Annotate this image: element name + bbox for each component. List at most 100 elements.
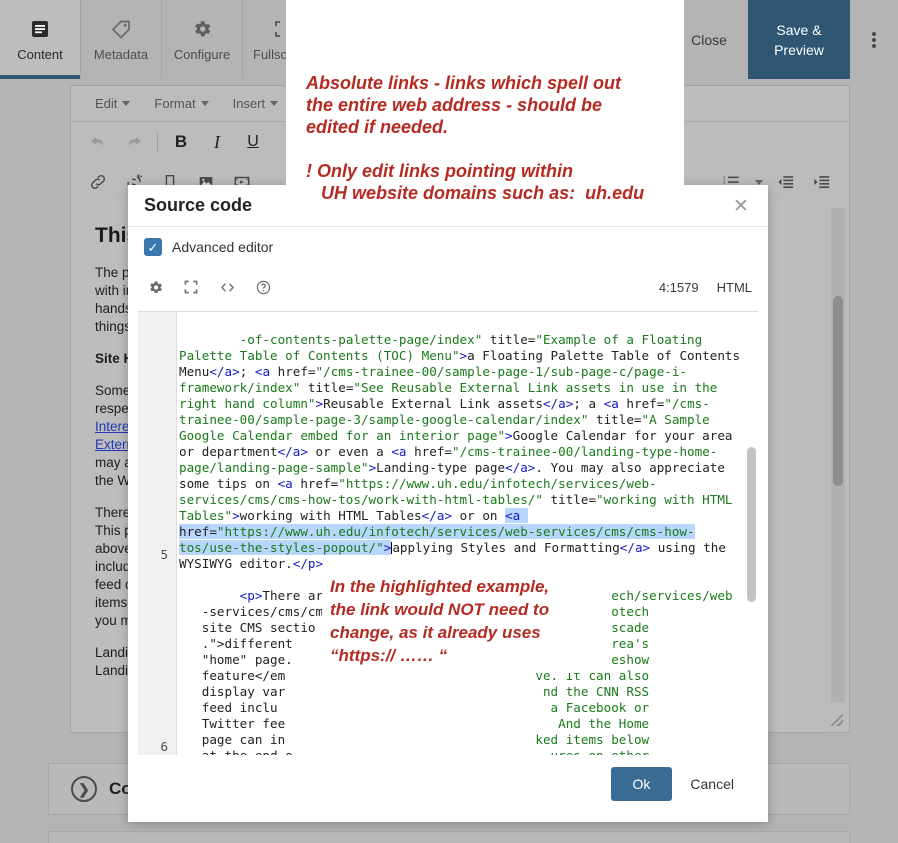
code-fragment-right: And the Home <box>558 716 650 731</box>
kebab-dot <box>872 43 876 48</box>
menu-format-label: Format <box>154 96 196 111</box>
occlusion-gap <box>285 716 558 731</box>
code-fragment-right: ures on other <box>551 748 650 755</box>
save-and-preview-button[interactable]: Save & Preview <box>748 0 850 79</box>
undo-icon[interactable] <box>85 129 111 155</box>
document-scrollbar[interactable] <box>831 208 845 702</box>
code-token: applying Styles and Formatting <box>392 540 620 555</box>
code-brackets-icon[interactable] <box>216 276 238 298</box>
code-token: </a> <box>542 396 574 411</box>
source-code-dialog: Source code ✕ ✓ Advanced editor 4:1579 H… <box>128 185 768 822</box>
code-token: href= <box>270 364 316 379</box>
resize-grip[interactable] <box>831 714 843 726</box>
advanced-editor-checkbox[interactable]: ✓ <box>144 238 162 256</box>
help-circle-icon[interactable] <box>252 276 274 298</box>
code-token: working with HTML Tables <box>239 508 422 523</box>
code-language: HTML <box>716 279 752 295</box>
italic-icon[interactable]: I <box>204 129 230 155</box>
cancel-button[interactable]: Cancel <box>680 767 744 801</box>
code-token: title= <box>482 332 536 347</box>
code-token: -of-contents-palette-page/index" <box>239 332 483 347</box>
accordion-second[interactable]: ❯ <box>48 831 850 843</box>
tab-configure[interactable]: Configure <box>162 0 243 79</box>
tab-configure-label: Configure <box>173 47 231 62</box>
doc-line: Some <box>95 383 131 398</box>
code-fragment-right: a Facebook or <box>550 700 650 715</box>
code-scrollbar-thumb[interactable] <box>747 447 756 602</box>
code-token: or even a <box>307 444 392 459</box>
close-icon[interactable]: ✕ <box>730 195 752 217</box>
code-token: title= <box>300 380 354 395</box>
occlusion-gap <box>278 700 551 715</box>
code-fragment-left: feed inclu <box>179 700 278 715</box>
advanced-editor-row[interactable]: ✓ Advanced editor <box>128 227 768 267</box>
code-fragment-right: ked items below <box>535 732 650 747</box>
doc-line: things <box>95 319 132 334</box>
menu-insert[interactable]: Insert <box>223 92 289 115</box>
code-token: </a> <box>277 444 308 459</box>
code-editor-toolbar: 4:1579 HTML <box>128 267 768 307</box>
outdent-icon[interactable] <box>773 169 799 195</box>
occlusion-gap <box>285 684 543 699</box>
chevron-down-icon[interactable] <box>755 179 763 185</box>
code-token: href= <box>618 396 665 411</box>
code-text-area[interactable]: -of-contents-palette-page/index" title= "… <box>177 312 744 755</box>
tag-icon <box>110 17 132 41</box>
document-scrollbar-thumb[interactable] <box>833 296 843 486</box>
code-token: Reusable External Link assets <box>323 396 543 411</box>
tab-metadata[interactable]: Metadata <box>81 0 162 79</box>
code-token: or on <box>452 508 506 523</box>
toolbar-divider <box>157 132 158 152</box>
ok-button[interactable]: Ok <box>610 766 673 801</box>
line-number: 6 <box>160 739 168 754</box>
code-token: <a <box>254 364 271 379</box>
gear-icon[interactable] <box>144 276 166 298</box>
code-line-5-tag: <p> <box>239 588 263 603</box>
more-vertical-icon[interactable] <box>850 0 898 79</box>
code-token: </a> <box>421 508 452 523</box>
code-token: href= <box>292 476 339 491</box>
annotation-overlay-middle: In the highlighted example, the link wou… <box>322 565 612 673</box>
code-fragment-left: .">different <box>179 636 293 651</box>
line-number-gutter: 5 6 <box>138 312 177 755</box>
bold-icon[interactable]: B <box>168 129 194 155</box>
content-lines-icon <box>29 17 51 41</box>
doc-line: There <box>95 505 131 520</box>
menu-edit[interactable]: Edit <box>85 92 140 115</box>
code-fragment-left: display var <box>179 684 286 699</box>
advanced-editor-label: Advanced editor <box>172 239 274 255</box>
dialog-title: Source code <box>144 195 253 215</box>
annotation-top-line1: Absolute links - links which spell out t… <box>306 73 622 137</box>
kebab-dot <box>872 37 876 42</box>
code-fragment-left: "home" page. <box>179 652 293 667</box>
code-fragment-left: page can in <box>179 732 286 747</box>
dialog-footer: Ok Cancel <box>128 755 768 822</box>
save-preview-line1: Save & <box>776 21 822 38</box>
code-fragment-left: Twitter fee <box>179 716 286 731</box>
code-token: Landing-type page <box>376 460 506 475</box>
code-token: title= <box>542 492 597 507</box>
code-token: ; <box>239 364 255 379</box>
underline-icon[interactable]: U <box>240 129 266 155</box>
gear-icon <box>191 17 213 41</box>
code-token: <a <box>391 444 407 459</box>
line-number: 5 <box>160 547 168 562</box>
code-editor[interactable]: 5 6 -of-contents-palette-page/index" tit… <box>138 311 758 755</box>
code-fragment-left: feature</em <box>179 668 286 683</box>
code-token: </a> <box>619 540 651 555</box>
code-token: > <box>383 540 392 555</box>
redo-icon[interactable] <box>121 129 147 155</box>
code-scrollbar[interactable] <box>745 312 758 755</box>
tab-content[interactable]: Content <box>0 0 81 79</box>
cursor-position: 4:1579 <box>658 279 699 295</box>
occlusion-gap <box>293 748 551 755</box>
code-token: <a <box>277 476 293 491</box>
chevron-right-circle-icon: ❯ <box>71 776 97 802</box>
menu-format[interactable]: Format <box>144 92 218 115</box>
link-icon[interactable] <box>85 169 111 195</box>
annotation-overlay-top: Absolute links - links which spell out t… <box>286 0 684 203</box>
code-token: title= <box>588 412 642 427</box>
menu-edit-label: Edit <box>95 96 118 111</box>
indent-icon[interactable] <box>809 169 835 195</box>
fullscreen-icon[interactable] <box>180 276 202 298</box>
